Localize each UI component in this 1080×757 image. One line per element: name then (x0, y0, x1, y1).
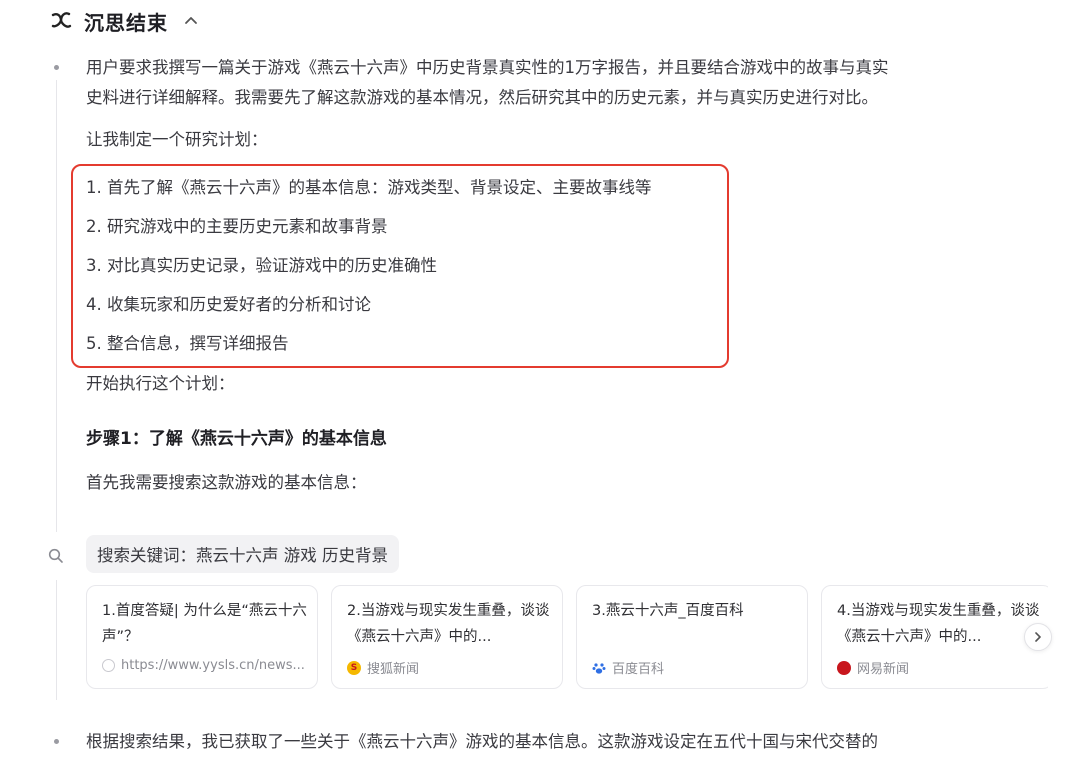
plan-item: 1. 首先了解《燕云十六声》的基本信息：游戏类型、背景设定、主要故事线等 (86, 178, 652, 197)
chevron-right-icon (1032, 631, 1044, 643)
thinking-header[interactable]: 沉思结束 (48, 6, 200, 36)
timeline-bullet (54, 739, 59, 744)
timeline-line (56, 580, 57, 700)
result-card[interactable]: 2.当游戏与现实发生重叠，谈谈《燕云十六声》中的... S 搜狐新闻 (331, 585, 563, 689)
result-source: 百度百科 (592, 658, 664, 677)
search-keyword-pill[interactable]: 搜索关键词：燕云十六声 游戏 历史背景 (86, 535, 399, 573)
result-card[interactable]: 3.燕云十六声_百度百科 百度百科 (576, 585, 808, 689)
sohu-icon: S (347, 660, 361, 675)
result-title: 3.燕云十六声_百度百科 (592, 603, 744, 619)
result-card[interactable]: 4.当游戏与现实发生重叠，谈谈《燕云十六声》中的... 网易新闻 (821, 585, 1048, 689)
timeline-line (56, 80, 57, 532)
result-source: https://www.yysls.cn/news... (102, 658, 305, 673)
search-results: 1.首度答疑| 为什么是“燕云十六声”？ https://www.yysls.c… (86, 585, 1048, 691)
baidu-paw-icon (592, 661, 606, 675)
result-title: 2.当游戏与现实发生重叠，谈谈《燕云十六声》中的... (347, 603, 550, 645)
plan-item: 2. 研究游戏中的主要历史元素和故事背景 (86, 217, 388, 236)
plan-item: 3. 对比真实历史记录，验证游戏中的历史准确性 (86, 256, 437, 275)
result-card[interactable]: 1.首度答疑| 为什么是“燕云十六声”？ https://www.yysls.c… (86, 585, 318, 689)
conclusion-text: 根据搜索结果，我已获取了一些关于《燕云十六声》游戏的基本信息。这款游戏设定在五代… (86, 732, 878, 751)
search-need-text: 首先我需要搜索这款游戏的基本信息： (86, 473, 367, 492)
next-results-button[interactable] (1024, 623, 1052, 651)
plan-item: 4. 收集玩家和历史爱好者的分析和讨论 (86, 295, 371, 314)
netease-icon (837, 660, 851, 675)
result-title: 1.首度答疑| 为什么是“燕云十六声”？ (102, 603, 307, 645)
globe-icon (102, 659, 115, 672)
header-title: 沉思结束 (84, 10, 168, 35)
intro-line-1: 用户要求我撰写一篇关于游戏《燕云十六声》中历史背景真实性的1万字报告，并且要结合… (86, 58, 889, 77)
timeline-bullet (54, 65, 59, 70)
result-source: 网易新闻 (837, 658, 909, 677)
result-title: 4.当游戏与现实发生重叠，谈谈《燕云十六声》中的... (837, 603, 1040, 645)
search-icon (48, 548, 64, 564)
result-source: S 搜狐新闻 (347, 658, 419, 677)
step-title: 步骤1：了解《燕云十六声》的基本信息 (86, 429, 387, 449)
plan-item: 5. 整合信息，撰写详细报告 (86, 334, 289, 353)
sparkle-logo-icon (48, 8, 74, 34)
plan-intro: 让我制定一个研究计划： (86, 130, 268, 149)
intro-line-2: 史料进行详细解释。我需要先了解这款游戏的基本情况，然后研究其中的历史元素，并与真… (86, 88, 878, 107)
chevron-up-icon[interactable] (182, 12, 200, 30)
execute-text: 开始执行这个计划： (86, 374, 235, 393)
